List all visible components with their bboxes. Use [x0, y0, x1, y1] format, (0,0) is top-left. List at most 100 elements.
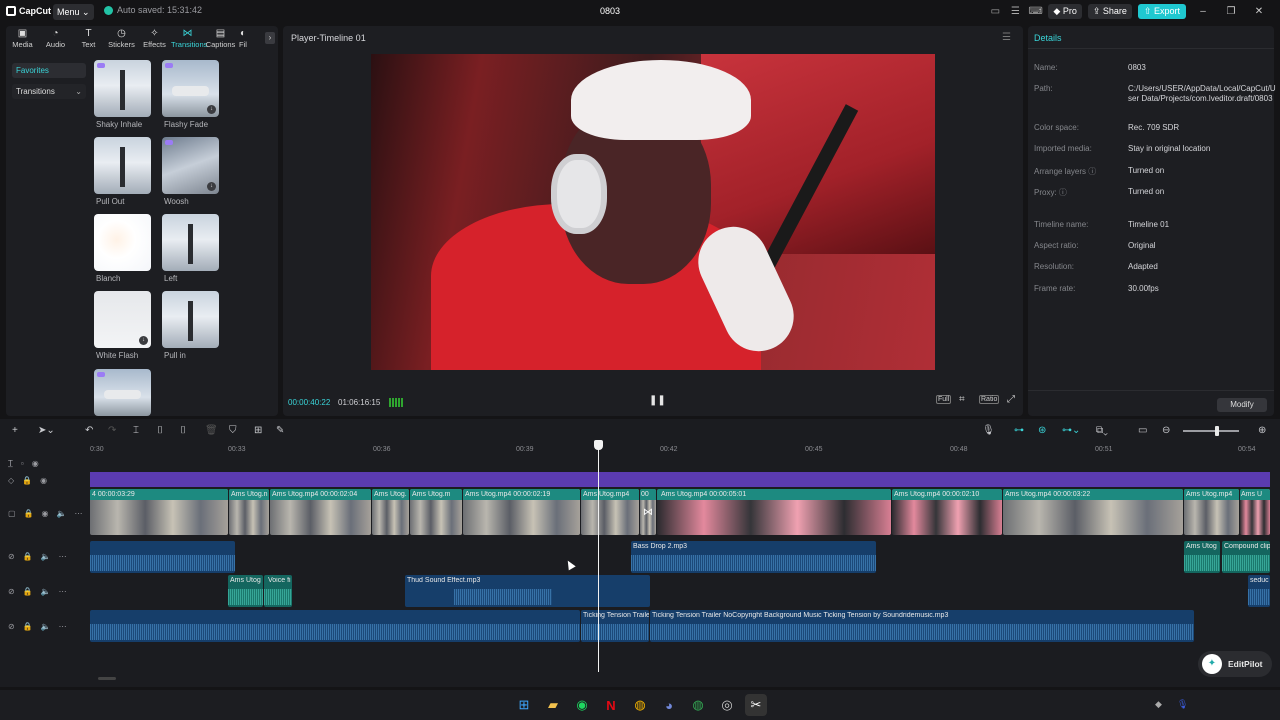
audio-clip[interactable]: Ams Utog: [1184, 541, 1220, 573]
transition-thumb-blanch[interactable]: [94, 214, 151, 271]
video-clip[interactable]: Ams Utog.m: [410, 489, 462, 535]
audio-clip[interactable]: Voice fi: [264, 575, 292, 607]
caption-icon[interactable]: ▭: [1138, 425, 1147, 436]
linkage-icon[interactable]: ⊶⌄: [1062, 425, 1080, 436]
time-ruler[interactable]: 0:30 00:33 00:36 00:39 00:42 00:45 00:48…: [90, 443, 1280, 457]
video-clip[interactable]: 4 00:00:03:29: [90, 489, 228, 535]
freeze-icon[interactable]: ⊞: [254, 425, 262, 436]
link-main-track-icon[interactable]: ⊶: [1014, 425, 1024, 436]
lock-icon[interactable]: 🔒: [24, 509, 34, 518]
more-icon[interactable]: ⋯: [59, 622, 67, 631]
split-left-icon[interactable]: ⌷: [157, 425, 163, 436]
full-quality-button[interactable]: Full: [936, 395, 952, 404]
transition-thumb-shaky-inhale[interactable]: [94, 60, 151, 117]
draw-icon[interactable]: ✎: [276, 425, 284, 436]
zoom-slider[interactable]: [1183, 430, 1239, 432]
audio-clip[interactable]: [90, 541, 235, 573]
zoom-slider-handle[interactable]: [1215, 426, 1219, 436]
video-clip[interactable]: Ams U: [1240, 489, 1270, 535]
transition-thumb-woosh[interactable]: ↓: [162, 137, 219, 194]
lock-icon[interactable]: 🔒: [22, 476, 32, 485]
lock-icon[interactable]: 🔒: [23, 587, 33, 596]
tab-audio[interactable]: ◔ Audio: [39, 26, 72, 52]
capcut-taskbar-icon[interactable]: ✂: [745, 694, 767, 716]
redo-icon[interactable]: ↷: [108, 425, 116, 436]
modify-button[interactable]: Modify: [1217, 398, 1267, 412]
download-icon[interactable]: ↓: [207, 182, 216, 191]
sidebar-item-favorites[interactable]: Favorites: [12, 63, 86, 78]
chrome-profile-icon[interactable]: ◍: [687, 694, 709, 716]
magnet-icon[interactable]: ⊛: [1038, 425, 1046, 436]
video-clip[interactable]: Ams Utog.mp4 00:00:02:10: [892, 489, 1002, 535]
more-icon[interactable]: ⋯: [74, 509, 82, 518]
transition-marker-icon[interactable]: ⋈: [643, 507, 653, 518]
download-icon[interactable]: ↓: [207, 105, 216, 114]
video-clip[interactable]: Ams Utog.mp4 00:00:05:01: [657, 489, 891, 535]
transition-thumb-pull-in[interactable]: [162, 291, 219, 348]
maximize-button[interactable]: ❐: [1220, 6, 1242, 17]
undo-icon[interactable]: ↶: [85, 425, 93, 436]
audio-clip[interactable]: seduc: [1248, 575, 1270, 607]
tab-transitions[interactable]: ⋈ Transitions: [171, 26, 207, 52]
transition-thumb-left[interactable]: [162, 214, 219, 271]
volume-icon[interactable]: 🔈: [41, 552, 51, 561]
microphone-icon[interactable]: 🎙: [982, 425, 995, 436]
tab-filters[interactable]: ◐ Fil: [237, 26, 249, 52]
sidebar-item-transitions[interactable]: Transitions ⌄: [12, 84, 86, 99]
tab-media[interactable]: ▣ Media: [6, 26, 39, 52]
zoom-out-icon[interactable]: ⊖: [1162, 425, 1170, 436]
split-icon[interactable]: ⌶: [133, 425, 139, 436]
windows-start-icon[interactable]: ⊞: [513, 694, 535, 716]
transition-thumb-white-flash[interactable]: ↓: [94, 291, 151, 348]
close-button[interactable]: ✕: [1248, 6, 1270, 17]
effect-clip[interactable]: [90, 472, 1270, 487]
audio-clip-ticking-tension[interactable]: Ticking Tension Traile: [581, 610, 649, 642]
audio-clip[interactable]: Ams Utog: [228, 575, 263, 607]
tab-effects[interactable]: ✧ Effects: [138, 26, 171, 52]
video-clip[interactable]: Ams Utog.mp4 00:00:02:19: [463, 489, 580, 535]
export-button[interactable]: ⇧ Export: [1137, 4, 1186, 19]
editpilot-button[interactable]: ✦ EditPilot: [1198, 651, 1272, 677]
share-button[interactable]: ⇪ Share: [1087, 4, 1132, 19]
video-clip[interactable]: Ams Utog.n: [229, 489, 269, 535]
tab-stickers[interactable]: ◷ Stickers: [105, 26, 138, 52]
split-right-icon[interactable]: ⌷: [180, 425, 186, 436]
preview-axis-icon[interactable]: ⧉⌄: [1096, 425, 1108, 436]
eye-icon[interactable]: ◉: [32, 459, 39, 468]
player-menu-icon[interactable]: ☰: [1002, 32, 1011, 43]
transition-thumb-partial[interactable]: [94, 369, 151, 416]
lock-icon[interactable]: ▫: [21, 459, 24, 468]
zoom-in-icon[interactable]: ⊕: [1258, 425, 1266, 436]
fullscreen-icon[interactable]: ⤢: [1007, 394, 1015, 405]
info-icon[interactable]: ⓘ: [1088, 167, 1096, 176]
menu-button[interactable]: Menu ⌄: [53, 4, 94, 20]
discord-icon[interactable]: ◕: [658, 694, 680, 716]
playhead[interactable]: [598, 444, 599, 672]
audio-clip-thud[interactable]: Thud Sound Effect.mp3: [405, 575, 650, 607]
horizontal-scrollbar[interactable]: [98, 677, 116, 680]
layout-icon[interactable]: ▭: [988, 5, 1002, 19]
delete-icon[interactable]: 🗑: [205, 425, 218, 436]
steam-icon[interactable]: ◎: [716, 694, 738, 716]
audio-clip-ticking-tension-full[interactable]: Ticking Tension Trailer NoCopyright Back…: [650, 610, 1194, 642]
video-clip[interactable]: Ams Utog.mp4 00:00:02:04: [270, 489, 371, 535]
file-explorer-icon[interactable]: ▰: [542, 694, 564, 716]
more-icon[interactable]: ⋯: [59, 552, 67, 561]
info-icon[interactable]: ⓘ: [1059, 188, 1067, 197]
pro-button[interactable]: ◆ Pro: [1048, 4, 1082, 19]
tab-captions[interactable]: ▤ Captions: [204, 26, 237, 52]
keyboard-icon[interactable]: ⌨: [1028, 5, 1042, 19]
video-clip[interactable]: Ams Utog.mp4: [1184, 489, 1239, 535]
video-preview[interactable]: [371, 54, 935, 370]
netflix-icon[interactable]: N: [600, 694, 622, 716]
volume-icon[interactable]: 🔈: [41, 622, 51, 631]
compound-clip[interactable]: Compound clip: [1222, 541, 1270, 573]
download-icon[interactable]: ↓: [139, 336, 148, 345]
lock-icon[interactable]: 🔒: [23, 552, 33, 561]
ratio-button[interactable]: Ratio: [979, 395, 1000, 404]
video-clip[interactable]: Ams Utog.mp4: [581, 489, 639, 535]
chrome-icon[interactable]: ◍: [629, 694, 651, 716]
volume-icon[interactable]: 🔈: [41, 587, 51, 596]
microphone-tray-icon[interactable]: 🎙: [1177, 699, 1188, 710]
marker-icon[interactable]: ⛉: [229, 425, 237, 436]
